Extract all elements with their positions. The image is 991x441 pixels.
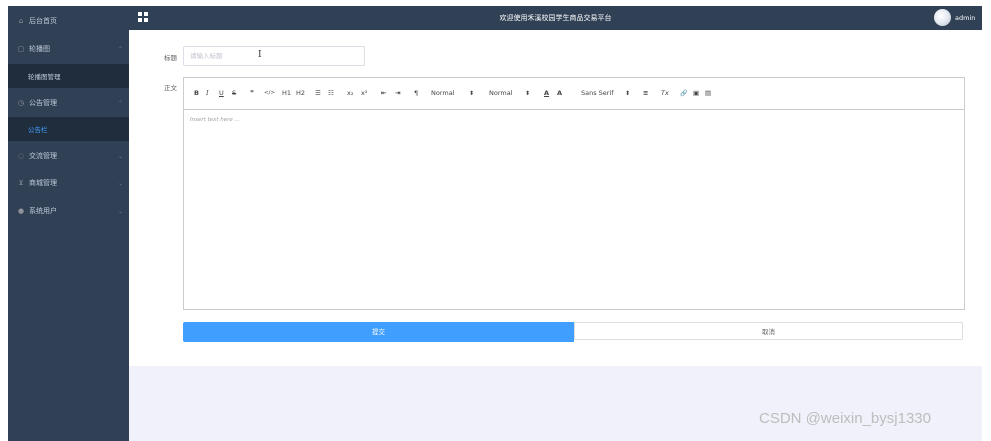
sidebar-item-home[interactable]: ⌂ 后台首页 xyxy=(8,8,129,34)
bullet-list-button[interactable]: ☷ xyxy=(328,78,334,109)
header-select-arrow-icon[interactable]: ⬍ xyxy=(525,78,530,109)
editor-text-area[interactable]: Insert text here ... xyxy=(184,109,964,309)
sidebar-item-announcements[interactable]: ◷ 公告管理 ⌃ xyxy=(8,90,129,116)
sidebar: ⌂ 后台首页 ▢ 轮播图 ⌃ 轮播图管理 ◷ 公告管理 ⌃ 公告栏 ◌ 交流管理… xyxy=(8,6,129,441)
chevron-down-icon: ⌄ xyxy=(117,179,123,187)
topbar: 欢迎使用禾溪校园学生商品交易平台 admin xyxy=(129,6,982,30)
underline-button[interactable]: U xyxy=(219,78,224,109)
rich-text-editor: B I U S ❞ </> H1 H2 ☰ ☷ x₂ x² ⇤ ⇥ ¶ Norm… xyxy=(183,77,965,310)
text-direction-button[interactable]: ¶ xyxy=(414,78,418,109)
sidebar-item-label: 轮播图 xyxy=(29,45,50,53)
cancel-button[interactable]: 取消 xyxy=(574,322,963,340)
chevron-up-icon: ⌃ xyxy=(117,45,123,53)
title-label: 标题 xyxy=(164,54,177,62)
chat-icon: ◌ xyxy=(17,152,25,160)
body-label: 正文 xyxy=(164,84,177,92)
superscript-button[interactable]: x² xyxy=(361,78,367,109)
indent-button[interactable]: ⇥ xyxy=(395,78,400,109)
user-icon: ● xyxy=(17,207,25,215)
chevron-down-icon: ⌄ xyxy=(117,207,123,215)
sidebar-item-exchange[interactable]: ◌ 交流管理 ⌄ xyxy=(8,143,129,169)
video-button[interactable]: ▤ xyxy=(705,78,711,109)
clock-icon: ◷ xyxy=(17,99,25,107)
picture-icon: ▢ xyxy=(17,45,25,53)
text-cursor-icon: I xyxy=(258,50,262,60)
sidebar-item-label: 后台首页 xyxy=(29,17,57,25)
sidebar-item-label: 交流管理 xyxy=(29,152,57,160)
watermark: CSDN @weixin_bysj1330 xyxy=(759,410,931,427)
size-select[interactable]: Normal xyxy=(431,78,455,109)
header-1-button[interactable]: H1 xyxy=(282,78,291,109)
subscript-button[interactable]: x₂ xyxy=(347,78,353,109)
clean-format-button[interactable]: Tx xyxy=(661,78,669,109)
sidebar-item-label: 商城管理 xyxy=(29,179,57,187)
submit-button[interactable]: 提交 xyxy=(183,322,574,342)
sidebar-item-label: 系统用户 xyxy=(29,207,57,215)
sidebar-item-carousel[interactable]: ▢ 轮播图 ⌃ xyxy=(8,36,129,62)
font-select-arrow-icon[interactable]: ⬍ xyxy=(625,78,630,109)
sidebar-item-shop[interactable]: ⊻ 商城管理 ⌄ xyxy=(8,170,129,196)
blockquote-button[interactable]: ❞ xyxy=(250,78,254,109)
header-select[interactable]: Normal xyxy=(489,78,513,109)
italic-button[interactable]: I xyxy=(206,78,209,109)
sidebar-subitem-announcement-board[interactable]: 公告栏 xyxy=(8,117,129,141)
code-block-button[interactable]: </> xyxy=(264,78,275,109)
strike-button[interactable]: S xyxy=(232,78,236,109)
avatar[interactable] xyxy=(934,9,951,26)
page-title: 欢迎使用禾溪校园学生商品交易平台 xyxy=(499,14,612,22)
app-frame: ⌂ 后台首页 ▢ 轮播图 ⌃ 轮播图管理 ◷ 公告管理 ⌃ 公告栏 ◌ 交流管理… xyxy=(8,6,982,441)
content-panel: 标题 I 正文 B I U S ❞ </> H1 H2 ☰ ☷ x₂ x² ⇤ … xyxy=(129,30,982,366)
align-button[interactable]: ≡ xyxy=(643,78,648,109)
bold-button[interactable]: B xyxy=(194,78,199,109)
size-select-arrow-icon[interactable]: ⬍ xyxy=(469,78,474,109)
editor-toolbar: B I U S ❞ </> H1 H2 ☰ ☷ x₂ x² ⇤ ⇥ ¶ Norm… xyxy=(184,78,964,110)
sidebar-subitem-carousel-manage[interactable]: 轮播图管理 xyxy=(8,64,129,88)
sidebar-item-system-users[interactable]: ● 系统用户 ⌄ xyxy=(8,198,129,224)
font-color-button[interactable]: A xyxy=(544,78,549,109)
image-button[interactable]: ▣ xyxy=(693,78,699,109)
username-label[interactable]: admin xyxy=(955,6,975,30)
chevron-down-icon: ⌄ xyxy=(117,152,123,160)
font-select[interactable]: Sans Serif xyxy=(581,78,614,109)
ordered-list-button[interactable]: ☰ xyxy=(315,78,321,109)
chevron-up-icon: ⌃ xyxy=(117,99,123,107)
sidebar-subitem-label: 公告栏 xyxy=(28,126,48,134)
title-input[interactable] xyxy=(183,46,365,66)
outdent-button[interactable]: ⇤ xyxy=(381,78,386,109)
link-button[interactable]: 🔗 xyxy=(680,78,687,109)
header-2-button[interactable]: H2 xyxy=(296,78,305,109)
cart-icon: ⊻ xyxy=(18,179,24,187)
background-color-button[interactable]: A xyxy=(557,78,562,109)
home-icon: ⌂ xyxy=(18,17,24,25)
sidebar-subitem-label: 轮播图管理 xyxy=(28,73,61,81)
menu-grid-icon[interactable] xyxy=(138,12,148,22)
sidebar-item-label: 公告管理 xyxy=(29,99,57,107)
